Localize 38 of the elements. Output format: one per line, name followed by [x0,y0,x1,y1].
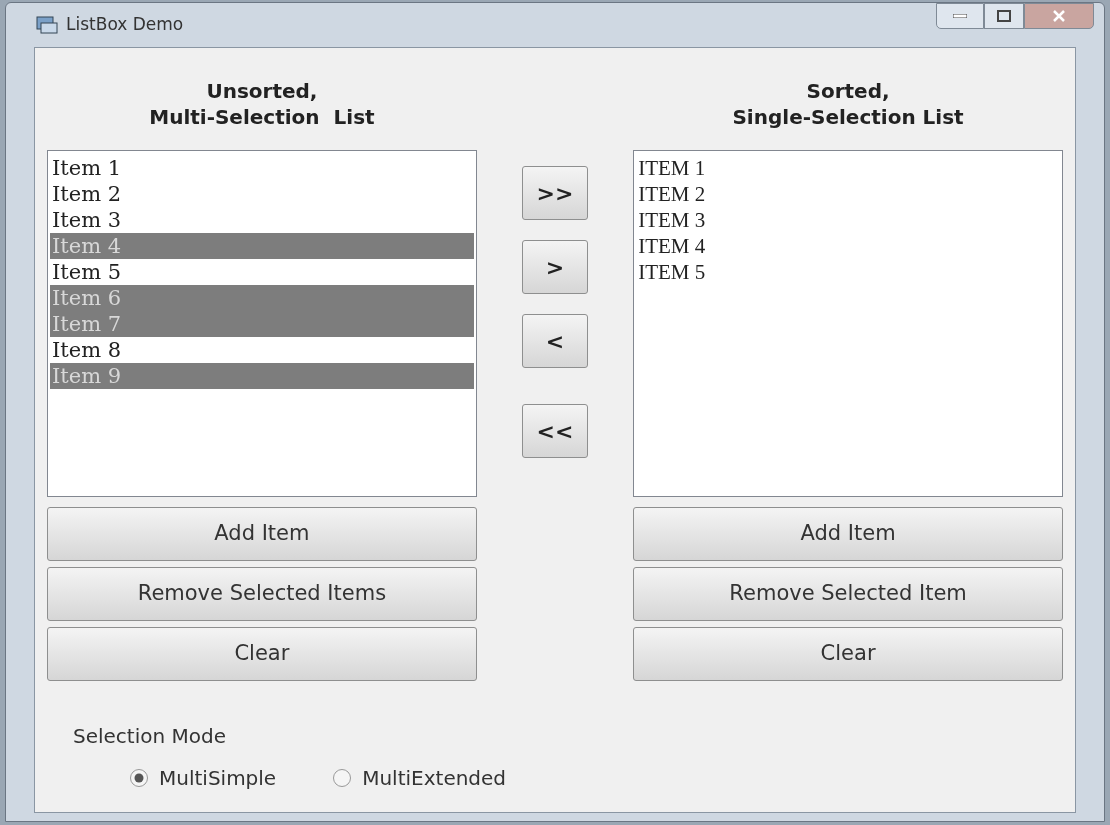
list-item[interactable]: Item 8 [50,337,474,363]
window-icon [36,15,58,35]
action-button[interactable]: Clear [47,627,477,681]
window-title: ListBox Demo [66,13,184,37]
transfer-button[interactable]: << [522,404,588,458]
list-item[interactable]: ITEM 4 [636,233,1060,259]
list-item[interactable]: ITEM 3 [636,207,1060,233]
list-heading: Unsorted, [206,78,318,104]
list-item[interactable]: Item 5 [50,259,474,285]
list-box[interactable]: ITEM 1 ITEM 2 ITEM 3 ITEM 4 ITEM 5 [633,150,1063,497]
radio-label[interactable]: MultiSimple [159,763,277,793]
selection-mode-label: Selection Mode [73,723,228,750]
action-button[interactable]: Add Item [633,507,1063,561]
action-button[interactable]: Remove Selected Item [633,567,1063,621]
minimize-icon [953,14,967,18]
list-item[interactable]: ITEM 1 [636,155,1060,181]
transfer-button[interactable]: < [522,314,588,368]
action-button[interactable]: Add Item [47,507,477,561]
action-button[interactable]: Remove Selected Items [47,567,477,621]
maximize-icon [997,10,1011,22]
radio-button[interactable] [129,768,149,788]
list-item[interactable]: Item 2 [50,181,474,207]
list-box[interactable]: Item 1 Item 2 Item 3 Item 4 Item 5 Item 6 Item 7 Item 8 Item 9 [47,150,477,497]
list-item[interactable]: Item 3 [50,207,474,233]
close-icon [1052,10,1066,22]
list-heading: Multi-Selection List [149,104,375,130]
list-heading: Sorted, [806,78,890,104]
maximize-button[interactable] [984,3,1024,29]
transfer-button[interactable]: > [522,240,588,294]
radio-label[interactable]: MultiExtended [362,763,507,793]
list-item[interactable]: Item 1 [50,155,474,181]
close-button[interactable] [1024,3,1094,29]
list-item[interactable]: ITEM 2 [636,181,1060,207]
radio-button[interactable] [332,768,353,788]
transfer-button[interactable]: >> [522,166,588,220]
list-heading: Single-Selection List [732,104,964,130]
action-button[interactable]: Clear [633,627,1063,681]
list-item[interactable]: ITEM 5 [636,259,1060,285]
